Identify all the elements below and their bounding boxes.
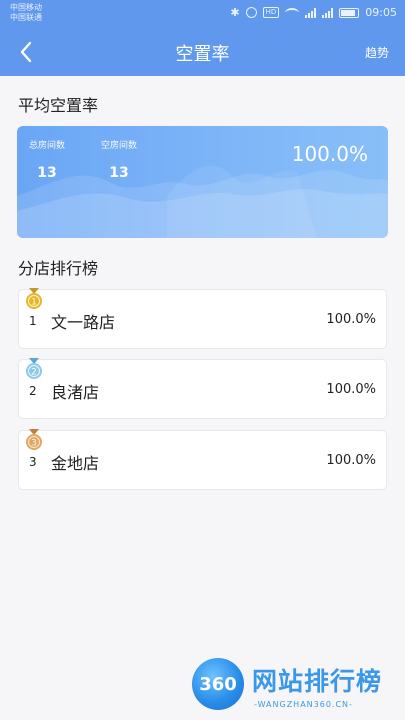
watermark-logo: 360: [192, 658, 244, 710]
battery-icon: [339, 7, 360, 18]
gold-medal-icon: 1: [26, 288, 42, 309]
average-section-title: 平均空置率: [18, 96, 99, 115]
store-name: 良渚店: [51, 383, 100, 402]
carrier-info: 中国移动 中国联通: [10, 3, 42, 23]
watermark-title: 网站排行榜: [252, 667, 383, 696]
store-name: 金地店: [51, 454, 100, 473]
empty-rooms-stat: 空房间数 13: [101, 138, 137, 181]
watermark-subtitle: -WANGZHAN360.CN-: [254, 700, 353, 709]
average-vacancy-rate: 100.0%: [291, 142, 368, 166]
store-vacancy-rate: 100.0%: [326, 382, 376, 397]
page-title: 空置率: [175, 44, 230, 65]
screen: 中国移动 中国联通 ✱ HD 09:05 空置率 趋势 平均空置率 总房间数 1…: [0, 0, 405, 720]
hd-badge: HD: [262, 7, 280, 18]
empty-rooms-label: 空房间数: [101, 141, 138, 151]
ranking-item-3[interactable]: 3 3 金地店 100.0%: [18, 429, 387, 490]
alarm-icon: [245, 7, 257, 18]
store-vacancy-rate: 100.0%: [326, 453, 376, 468]
total-rooms-label: 总房间数: [29, 141, 66, 151]
store-name: 文一路店: [51, 313, 116, 332]
total-rooms-value: 13: [37, 165, 57, 181]
ranking-item-1[interactable]: 1 1 文一路店 100.0%: [18, 288, 387, 349]
trend-button[interactable]: 趋势: [365, 44, 389, 61]
carrier-1: 中国移动: [10, 3, 42, 12]
signal-icon: [305, 7, 317, 18]
ranking-item-2[interactable]: 2 2 良渚店 100.0%: [18, 358, 387, 419]
empty-rooms-value: 13: [109, 165, 129, 181]
rank-number: 2: [29, 384, 37, 398]
signal-icon-2: [322, 7, 334, 18]
rank-number: 3: [29, 455, 37, 469]
total-rooms-stat: 总房间数 13: [29, 138, 65, 181]
status-bar: 中国移动 中国联通 ✱ HD 09:05: [0, 0, 405, 28]
ranking-section-title: 分店排行榜: [18, 259, 99, 278]
store-vacancy-rate: 100.0%: [326, 312, 376, 327]
watermark: 360 网站排行榜 -WANGZHAN360.CN-: [190, 652, 405, 720]
clock: 09:05: [365, 6, 397, 19]
carrier-2: 中国联通: [10, 13, 42, 22]
silver-medal-icon: 2: [26, 358, 42, 379]
bronze-medal-icon: 3: [26, 429, 42, 450]
rank-number: 1: [29, 314, 37, 328]
wifi-icon: [285, 7, 300, 18]
svg-text:1: 1: [31, 298, 37, 308]
svg-text:2: 2: [31, 368, 37, 378]
summary-card: 总房间数 13 空房间数 13 100.0%: [17, 126, 388, 238]
bluetooth-icon: ✱: [230, 5, 240, 19]
svg-text:3: 3: [31, 439, 37, 449]
nav-bar: 空置率 趋势: [0, 28, 405, 76]
status-icons: ✱ HD 09:05: [230, 6, 397, 19]
